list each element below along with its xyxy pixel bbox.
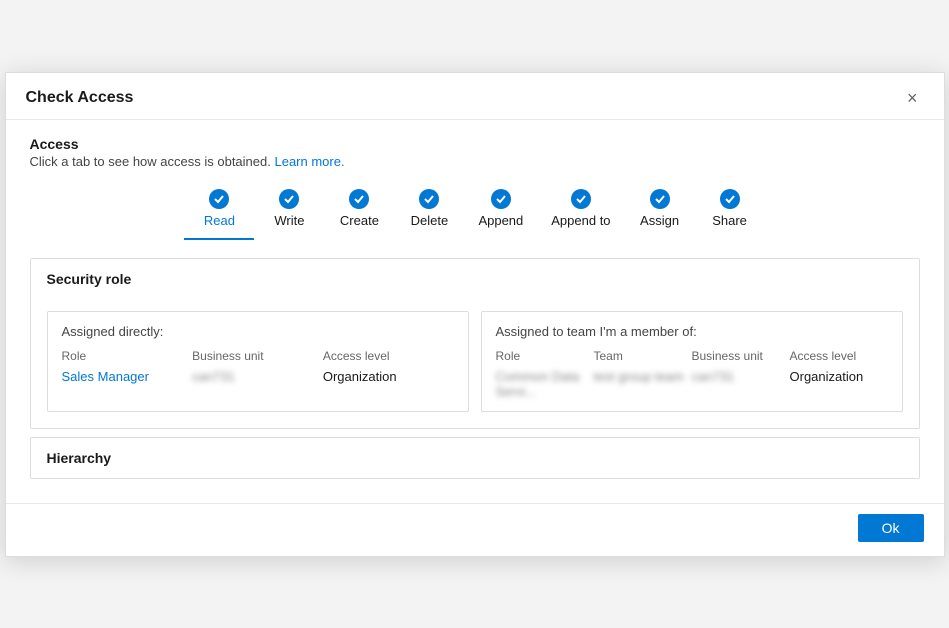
assigned-team-title: Assigned to team I'm a member of: <box>496 324 888 339</box>
access-title: Access <box>30 136 920 152</box>
dialog-title: Check Access <box>26 89 134 107</box>
manager-link[interactable]: Manager <box>98 369 149 384</box>
tab-create-icon <box>349 189 369 209</box>
access-subtitle: Click a tab to see how access is obtaine… <box>30 154 920 169</box>
security-role-header: Security role <box>31 259 919 299</box>
tab-append[interactable]: Append <box>464 183 537 240</box>
col-header-team-bu: Business unit <box>692 349 790 365</box>
tab-append-to[interactable]: Append to <box>537 183 624 240</box>
assigned-team-table: Role Team Business unit Access level Com… <box>496 349 888 399</box>
tab-assign-icon <box>650 189 670 209</box>
tab-append-to-label: Append to <box>551 213 610 228</box>
tab-share-icon <box>720 189 740 209</box>
blurred-team-name: test group team <box>594 369 684 384</box>
col-header-bu: Business unit <box>192 349 323 365</box>
col-header-access: Access level <box>323 349 454 365</box>
security-role-body: Assigned directly: Role Business unit Ac… <box>31 299 919 428</box>
tabs-row: Read Write Create Delete <box>30 183 920 240</box>
cell-team-bu: can731 <box>692 369 790 399</box>
col-header-team-role: Role <box>496 349 594 365</box>
assigned-directly-header: Role Business unit Access level <box>62 349 454 365</box>
cell-team-access: Organization <box>790 369 888 399</box>
cell-bu: can731 <box>192 369 323 384</box>
cell-team-role: Common Data Servi... <box>496 369 594 399</box>
tab-read-label: Read <box>204 213 235 228</box>
col-header-role: Role <box>62 349 193 365</box>
hierarchy-header: Hierarchy <box>31 438 919 478</box>
access-description: Access Click a tab to see how access is … <box>30 136 920 169</box>
tab-create[interactable]: Create <box>324 183 394 240</box>
col-header-team-access: Access level <box>790 349 888 365</box>
tab-assign-label: Assign <box>640 213 679 228</box>
learn-more-link[interactable]: Learn more. <box>274 154 344 169</box>
tab-share[interactable]: Share <box>695 183 765 240</box>
tab-read[interactable]: Read <box>184 183 254 240</box>
tab-delete-icon <box>419 189 439 209</box>
cell-team-name: test group team <box>594 369 692 399</box>
assigned-directly-box: Assigned directly: Role Business unit Ac… <box>47 311 469 412</box>
blurred-bu: can731 <box>192 369 235 384</box>
table-row: Sales Manager can731 Organization <box>62 369 454 384</box>
hierarchy-section: Hierarchy <box>30 437 920 479</box>
table-row: Common Data Servi... test group team can… <box>496 369 888 399</box>
tab-read-icon <box>209 189 229 209</box>
close-button[interactable]: × <box>901 87 924 109</box>
tab-assign[interactable]: Assign <box>625 183 695 240</box>
security-role-section: Security role Assigned directly: Role Bu… <box>30 258 920 429</box>
assigned-team-box: Assigned to team I'm a member of: Role T… <box>481 311 903 412</box>
blurred-team-role: Common Data Servi... <box>496 369 594 399</box>
dialog-body: Access Click a tab to see how access is … <box>6 120 944 503</box>
col-header-team: Team <box>594 349 692 365</box>
cell-role: Sales Manager <box>62 369 193 384</box>
tab-append-label: Append <box>478 213 523 228</box>
tab-write-label: Write <box>274 213 304 228</box>
assigned-directly-table: Role Business unit Access level Sales Ma… <box>62 349 454 384</box>
assigned-team-header: Role Team Business unit Access level <box>496 349 888 365</box>
tab-write-icon <box>279 189 299 209</box>
tab-share-label: Share <box>712 213 747 228</box>
ok-button[interactable]: Ok <box>858 514 924 542</box>
dialog-header: Check Access × <box>6 73 944 120</box>
assigned-directly-title: Assigned directly: <box>62 324 454 339</box>
tab-delete-label: Delete <box>411 213 449 228</box>
tab-append-to-icon <box>571 189 591 209</box>
cell-access: Organization <box>323 369 454 384</box>
check-access-dialog: Check Access × Access Click a tab to see… <box>5 72 945 557</box>
blurred-team-bu: can731 <box>692 369 735 384</box>
tab-write[interactable]: Write <box>254 183 324 240</box>
tab-create-label: Create <box>340 213 379 228</box>
tab-delete[interactable]: Delete <box>394 183 464 240</box>
tab-append-icon <box>491 189 511 209</box>
sales-link[interactable]: Sales <box>62 369 95 384</box>
dialog-footer: Ok <box>6 503 944 556</box>
